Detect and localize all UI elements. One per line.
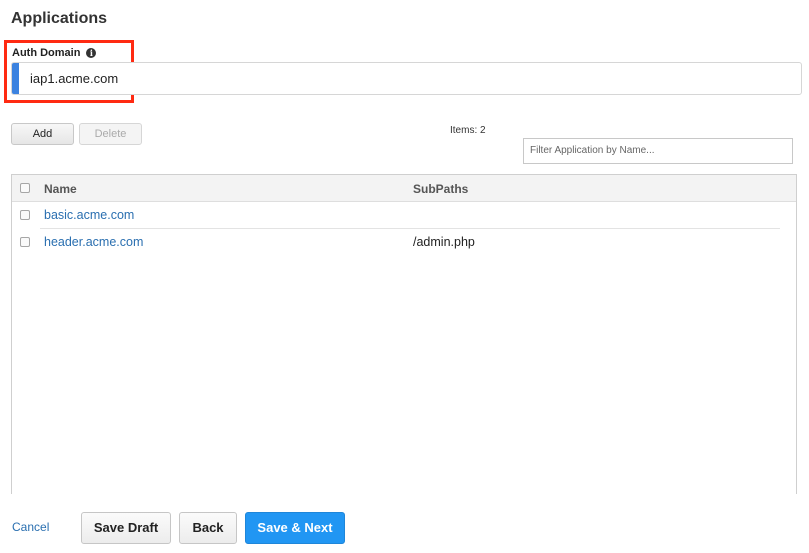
save-next-button[interactable]: Save & Next — [245, 512, 345, 544]
page-title: Applications — [11, 10, 108, 27]
selection-accent — [12, 63, 19, 94]
select-all-checkbox[interactable] — [20, 183, 30, 193]
auth-domain-select[interactable]: iap1.acme.com — [11, 62, 802, 95]
application-name-link[interactable]: basic.acme.com — [44, 208, 134, 222]
table-row[interactable]: basic.acme.com — [12, 202, 798, 229]
table-row[interactable]: header.acme.com /admin.php — [12, 229, 798, 256]
info-icon[interactable]: i — [86, 48, 97, 58]
add-button[interactable]: Add — [11, 123, 74, 145]
auth-domain-value: iap1.acme.com — [30, 71, 119, 86]
delete-button[interactable]: Delete — [79, 123, 142, 145]
cancel-link[interactable]: Cancel — [12, 520, 49, 534]
filter-application-input[interactable]: Filter Application by Name... — [523, 138, 793, 164]
column-header-name[interactable]: Name — [44, 182, 77, 196]
items-count: Items: 2 — [450, 125, 486, 136]
back-button[interactable]: Back — [179, 512, 237, 544]
row-checkbox[interactable] — [20, 210, 30, 220]
applications-page: Applications Auth Domain i iap1.acme.com… — [0, 0, 809, 553]
auth-domain-label-group: Auth Domain i — [12, 47, 97, 59]
row-checkbox[interactable] — [20, 237, 30, 247]
table-header: Name SubPaths — [12, 175, 796, 202]
save-draft-button[interactable]: Save Draft — [81, 512, 171, 544]
applications-table: Name SubPaths basic.acme.com header.acme… — [11, 174, 797, 494]
column-header-subpaths[interactable]: SubPaths — [413, 182, 468, 196]
application-name-link[interactable]: header.acme.com — [44, 235, 143, 249]
application-subpaths: /admin.php — [413, 235, 475, 249]
auth-domain-label: Auth Domain — [12, 47, 81, 59]
